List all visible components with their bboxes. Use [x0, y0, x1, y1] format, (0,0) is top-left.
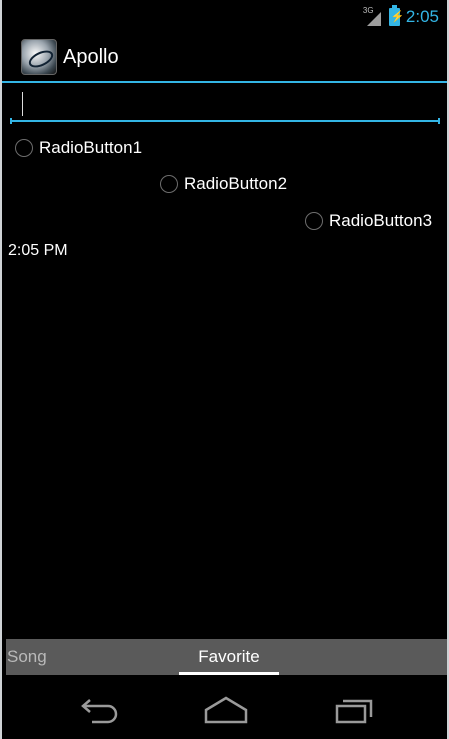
radio-label: RadioButton2	[184, 174, 288, 193]
tab-label: Favorite	[198, 647, 260, 666]
device-screen: 3G ⚡ 2:05 Apollo RadioButton1 RadioButto…	[2, 0, 447, 739]
navigation-bar	[2, 676, 447, 739]
back-icon[interactable]	[74, 690, 124, 726]
radio-label: RadioButton1	[39, 138, 143, 157]
text-input[interactable]	[10, 88, 440, 122]
status-icons: 3G ⚡ 2:05	[363, 5, 439, 28]
tab-label: Song	[7, 647, 47, 666]
tab-song[interactable]: Song	[7, 639, 47, 675]
home-icon[interactable]	[201, 690, 251, 726]
radio-circle-icon	[305, 212, 323, 230]
status-bar: 3G ⚡ 2:05	[2, 0, 447, 33]
radio-label: RadioButton3	[329, 211, 433, 230]
selected-tab-indicator	[179, 672, 279, 675]
radio-button-3[interactable]: RadioButton3	[305, 211, 432, 231]
app-title: Apollo	[63, 45, 119, 68]
text-cursor	[22, 92, 23, 116]
action-bar: Apollo	[2, 33, 447, 83]
radio-button-1[interactable]: RadioButton1	[15, 138, 142, 158]
radio-circle-icon	[160, 175, 178, 193]
apollo-app-icon[interactable]	[21, 39, 57, 75]
status-time: 2:05	[405, 7, 439, 26]
recents-icon[interactable]	[329, 690, 379, 726]
tab-bar: Song Favorite	[6, 639, 447, 675]
clock-text: 2:05 PM	[8, 242, 68, 259]
radio-circle-icon	[15, 139, 33, 157]
battery-icon: ⚡	[388, 5, 405, 26]
radio-button-2[interactable]: RadioButton2	[160, 174, 287, 194]
tab-favorite[interactable]: Favorite	[179, 639, 279, 675]
signal-icon: 3G	[363, 6, 383, 26]
text-input-container	[10, 88, 440, 126]
